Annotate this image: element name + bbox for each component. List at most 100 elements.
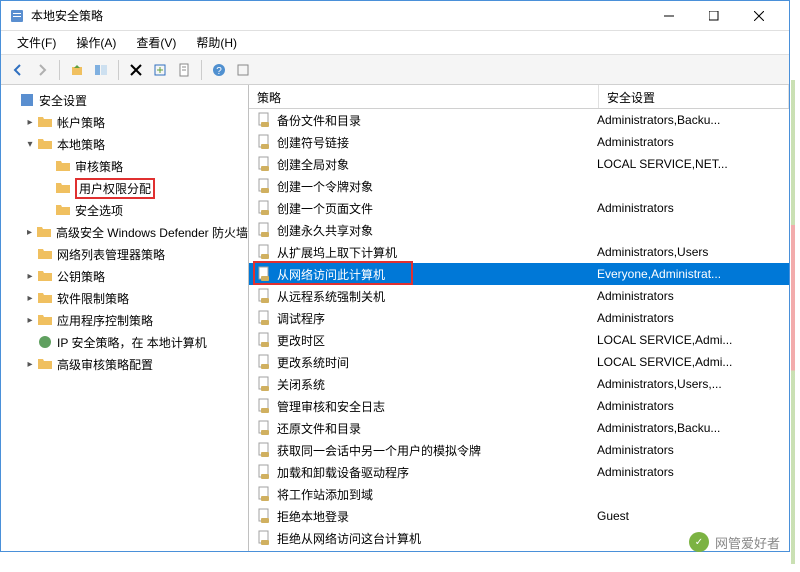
list-body[interactable]: 备份文件和目录Administrators,Backu...创建符号链接Admi…	[249, 109, 789, 551]
policy-name: 调试程序	[277, 310, 597, 327]
tree-item[interactable]: IP 安全策略，在 本地计算机	[1, 331, 248, 353]
list-row[interactable]: 调试程序Administrators	[249, 307, 789, 329]
tree-item[interactable]: 用户权限分配	[1, 177, 248, 199]
list-row[interactable]: 备份文件和目录Administrators,Backu...	[249, 109, 789, 131]
folder-icon	[37, 290, 53, 306]
list-row[interactable]: 创建一个页面文件Administrators	[249, 197, 789, 219]
list-row[interactable]: 创建一个令牌对象	[249, 175, 789, 197]
tree-label: 高级安全 Windows Defender 防火墙	[56, 224, 248, 241]
tree-item[interactable]: ▾本地策略	[1, 133, 248, 155]
twisty-icon[interactable]: ▸	[23, 117, 37, 128]
security-setting: Administrators,Users,...	[597, 377, 789, 391]
policy-icon	[257, 222, 273, 238]
tree-item[interactable]: ▸公钥策略	[1, 265, 248, 287]
maximize-button[interactable]	[691, 2, 736, 30]
delete-button[interactable]	[125, 59, 147, 81]
tree-label: 用户权限分配	[75, 178, 155, 199]
menu-file[interactable]: 文件(F)	[7, 32, 66, 53]
twisty-icon[interactable]: ▸	[23, 227, 36, 238]
list-header: 策略 安全设置	[249, 85, 789, 109]
policy-icon	[257, 508, 273, 524]
twisty-icon[interactable]: ▸	[23, 315, 37, 326]
policy-icon	[257, 420, 273, 436]
forward-button[interactable]	[31, 59, 53, 81]
tree-item[interactable]: ▸ 高级安全 Windows Defender 防火墙	[1, 221, 248, 243]
policy-icon	[257, 244, 273, 260]
list-row[interactable]: 从远程系统强制关机Administrators	[249, 285, 789, 307]
tree-label: 网络列表管理器策略	[57, 246, 165, 263]
properties-button[interactable]	[173, 59, 195, 81]
tree-item[interactable]: 网络列表管理器策略	[1, 243, 248, 265]
folder-icon	[55, 180, 71, 196]
menu-action[interactable]: 操作(A)	[66, 32, 126, 53]
list-row[interactable]: 拒绝本地登录Guest	[249, 505, 789, 527]
policy-icon	[257, 178, 273, 194]
column-security[interactable]: 安全设置	[599, 85, 789, 108]
export-button[interactable]	[149, 59, 171, 81]
list-pane: 策略 安全设置 备份文件和目录Administrators,Backu...创建…	[249, 85, 789, 551]
security-setting: Everyone,Administrat...	[597, 267, 789, 281]
tree-root[interactable]: 安全设置	[1, 89, 248, 111]
up-button[interactable]	[66, 59, 88, 81]
tree-item[interactable]: 安全选项	[1, 199, 248, 221]
menubar: 文件(F) 操作(A) 查看(V) 帮助(H)	[1, 31, 789, 55]
tree-item[interactable]: ▸高级审核策略配置	[1, 353, 248, 375]
security-icon	[19, 92, 35, 108]
tree-pane[interactable]: 安全设置▸帐户策略▾本地策略审核策略用户权限分配安全选项 ▸ 高级安全 Window…	[1, 85, 249, 551]
separator	[201, 60, 202, 80]
tree-label: 审核策略	[75, 158, 123, 175]
back-button[interactable]	[7, 59, 29, 81]
list-row[interactable]: 更改时区LOCAL SERVICE,Admi...	[249, 329, 789, 351]
twisty-icon[interactable]: ▸	[23, 359, 37, 370]
twisty-icon[interactable]: ▾	[23, 139, 37, 150]
security-setting: Administrators,Backu...	[597, 421, 789, 435]
policy-name: 拒绝本地登录	[277, 508, 597, 525]
list-row[interactable]: 将工作站添加到域	[249, 483, 789, 505]
security-setting: Administrators	[597, 443, 789, 457]
list-row[interactable]: 从扩展坞上取下计算机Administrators,Users	[249, 241, 789, 263]
policy-icon	[257, 310, 273, 326]
list-row[interactable]: 创建永久共享对象	[249, 219, 789, 241]
policy-name: 从远程系统强制关机	[277, 288, 597, 305]
close-button[interactable]	[736, 2, 781, 30]
policy-name: 更改系统时间	[277, 354, 597, 371]
security-setting: Administrators	[597, 135, 789, 149]
policy-name: 创建一个令牌对象	[277, 178, 597, 195]
window-title: 本地安全策略	[31, 7, 646, 24]
menu-view[interactable]: 查看(V)	[126, 32, 186, 53]
policy-icon	[257, 442, 273, 458]
list-row[interactable]: 管理审核和安全日志Administrators	[249, 395, 789, 417]
watermark-text: 网管爱好者	[715, 533, 780, 552]
minimize-button[interactable]	[646, 2, 691, 30]
list-row[interactable]: 还原文件和目录Administrators,Backu...	[249, 417, 789, 439]
menu-help[interactable]: 帮助(H)	[186, 32, 247, 53]
policy-icon	[257, 112, 273, 128]
refresh-button[interactable]	[232, 59, 254, 81]
tree-label: 软件限制策略	[57, 290, 129, 307]
security-setting: Administrators,Backu...	[597, 113, 789, 127]
column-policy[interactable]: 策略	[249, 85, 599, 108]
folder-icon	[37, 246, 53, 262]
show-hide-tree-button[interactable]	[90, 59, 112, 81]
security-setting: LOCAL SERVICE,NET...	[597, 157, 789, 171]
list-row[interactable]: 创建符号链接Administrators	[249, 131, 789, 153]
list-row[interactable]: 加载和卸载设备驱动程序Administrators	[249, 461, 789, 483]
security-setting: Administrators	[597, 289, 789, 303]
policy-name: 备份文件和目录	[277, 112, 597, 129]
list-row[interactable]: 关闭系统Administrators,Users,...	[249, 373, 789, 395]
policy-name: 从网络访问此计算机	[277, 266, 597, 283]
folder-icon	[37, 356, 53, 372]
list-row[interactable]: 获取同一会话中另一个用户的模拟令牌Administrators	[249, 439, 789, 461]
list-row[interactable]: 创建全局对象LOCAL SERVICE,NET...	[249, 153, 789, 175]
twisty-icon[interactable]: ▸	[23, 293, 37, 304]
twisty-icon[interactable]: ▸	[23, 271, 37, 282]
folder-icon	[37, 114, 53, 130]
tree-item[interactable]: ▸应用程序控制策略	[1, 309, 248, 331]
list-row[interactable]: 更改系统时间LOCAL SERVICE,Admi...	[249, 351, 789, 373]
tree-item[interactable]: ▸ 软件限制策略	[1, 287, 248, 309]
folder-icon	[55, 158, 71, 174]
help-button[interactable]: ?	[208, 59, 230, 81]
list-row[interactable]: 从网络访问此计算机Everyone,Administrat...	[249, 263, 789, 285]
tree-item[interactable]: 审核策略	[1, 155, 248, 177]
tree-item[interactable]: ▸帐户策略	[1, 111, 248, 133]
